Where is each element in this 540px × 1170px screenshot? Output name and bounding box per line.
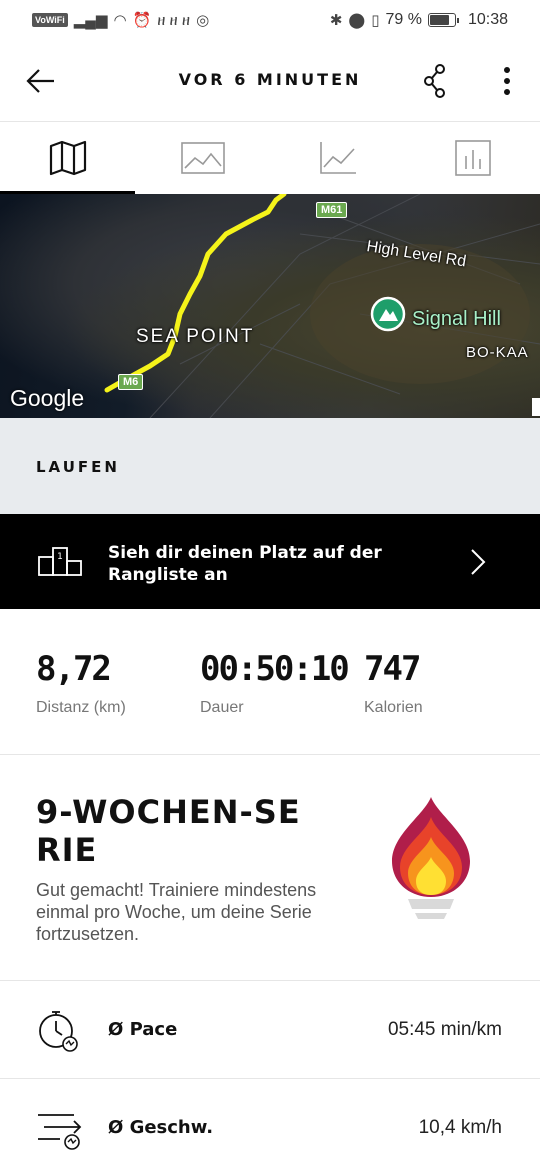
distance-label: Distanz (km) [36, 699, 126, 716]
summary-stats: 8,72 Distanz (km) 00:50:10 Dauer 747 Kal… [0, 609, 540, 755]
more-options-icon[interactable] [500, 66, 514, 96]
road-badge-m6: M6 [118, 374, 144, 390]
speed-icon [38, 1114, 82, 1150]
duration-value: 00:50:10 [200, 649, 350, 689]
tab-bar [0, 122, 540, 194]
app-header: VOR 6 MINUTEN [0, 40, 540, 122]
duration-label: Dauer [200, 699, 244, 716]
leaderboard-text: Sieh dir deinen Platz auf der Rangliste … [108, 543, 382, 585]
battery-icon [427, 13, 459, 27]
metric-row-speed[interactable]: Ø Geschw. 10,4 km/h [0, 1079, 540, 1170]
stat-calories: 747 Kalorien [364, 647, 423, 717]
stopwatch-icon [39, 1011, 78, 1052]
speed-value: 10,4 km/h [418, 1117, 502, 1138]
stat-distance: 8,72 Distanz (km) [36, 647, 126, 717]
status-bar: VoWiFi ▂▄▆ ◠ ⏰ ዘ ዘ ዘ ◎ ✱ ⬤ ▯ 79 % 10:38 [0, 0, 540, 40]
status-bar-left: VoWiFi ▂▄▆ ◠ ⏰ ዘ ዘ ዘ ◎ [32, 11, 209, 29]
road-badge-m61: M61 [316, 202, 348, 218]
tab-map[interactable] [0, 122, 135, 194]
metric-row-pace[interactable]: Ø Pace 05:45 min/km [0, 981, 540, 1079]
notification-icons: ዘ ዘ ዘ [157, 11, 191, 29]
vowifi-badge: VoWiFi [32, 13, 68, 27]
pace-label: Ø Pace [108, 1019, 178, 1040]
vibrate-icon: ▯ [371, 12, 380, 29]
streak-title-line-2: RIE [36, 831, 98, 869]
calories-label: Kalorien [364, 699, 423, 716]
svg-text:1: 1 [57, 552, 63, 562]
map-label-sea-point: SEA POINT [136, 326, 255, 347]
route-map[interactable]: M61 M6 High Level Rd SEA POINT Signal Hi… [0, 194, 540, 418]
battery-percent: 79 % [385, 11, 422, 28]
distance-value: 8,72 [36, 649, 112, 689]
activity-type-label: LAUFEN [36, 458, 120, 476]
status-bar-right: ✱ ⬤ ▯ 79 % 10:38 [330, 11, 508, 29]
speed-label: Ø Geschw. [108, 1117, 214, 1138]
activity-type-band: LAUFEN [0, 418, 540, 514]
google-logo: Google [10, 385, 85, 411]
tab-stats[interactable] [405, 122, 540, 194]
alarm-icon: ⏰ [132, 12, 152, 29]
line-chart-icon [319, 142, 356, 174]
leaderboard-banner[interactable]: 1 Sieh dir deinen Platz auf der Ranglist… [0, 514, 540, 609]
calories-value: 747 [364, 649, 421, 689]
route-line [104, 194, 287, 393]
podium-icon: 1 [38, 547, 82, 576]
wifi-icon: ◠ [113, 12, 127, 29]
map-icon [49, 140, 86, 176]
page-title: VOR 6 MINUTEN [178, 70, 362, 89]
flame-torch-icon [392, 797, 470, 919]
streak-title: 9-WOCHEN-SE RIE [36, 793, 336, 869]
signal-icon: ▂▄▆ [73, 12, 108, 29]
bluetooth-icon: ✱ [329, 12, 343, 29]
streak-card[interactable]: 9-WOCHEN-SE RIE Gut gemacht! Trainiere m… [0, 755, 540, 981]
share-icon[interactable] [423, 64, 449, 98]
tab-graph[interactable] [270, 122, 405, 194]
map-label-signal-hill: Signal Hill [412, 308, 501, 330]
whatsapp-icon: ◎ [196, 12, 210, 29]
bar-chart-icon [454, 140, 491, 176]
pace-value: 05:45 min/km [387, 1019, 502, 1040]
streak-title-line-1: 9-WOCHEN-SE [36, 793, 301, 831]
mountain-pin-icon [370, 296, 406, 332]
map-label-bo-kaap: BO-KAA [466, 344, 529, 361]
streak-description: Gut gemacht! Trainiere mindestens einmal… [36, 880, 317, 944]
tab-photos[interactable] [135, 122, 270, 194]
clock: 10:38 [467, 11, 508, 28]
image-icon [180, 142, 225, 174]
stat-duration: 00:50:10 Dauer [200, 647, 350, 717]
chevron-right-icon [471, 549, 486, 575]
location-icon: ⬤ [348, 12, 366, 29]
